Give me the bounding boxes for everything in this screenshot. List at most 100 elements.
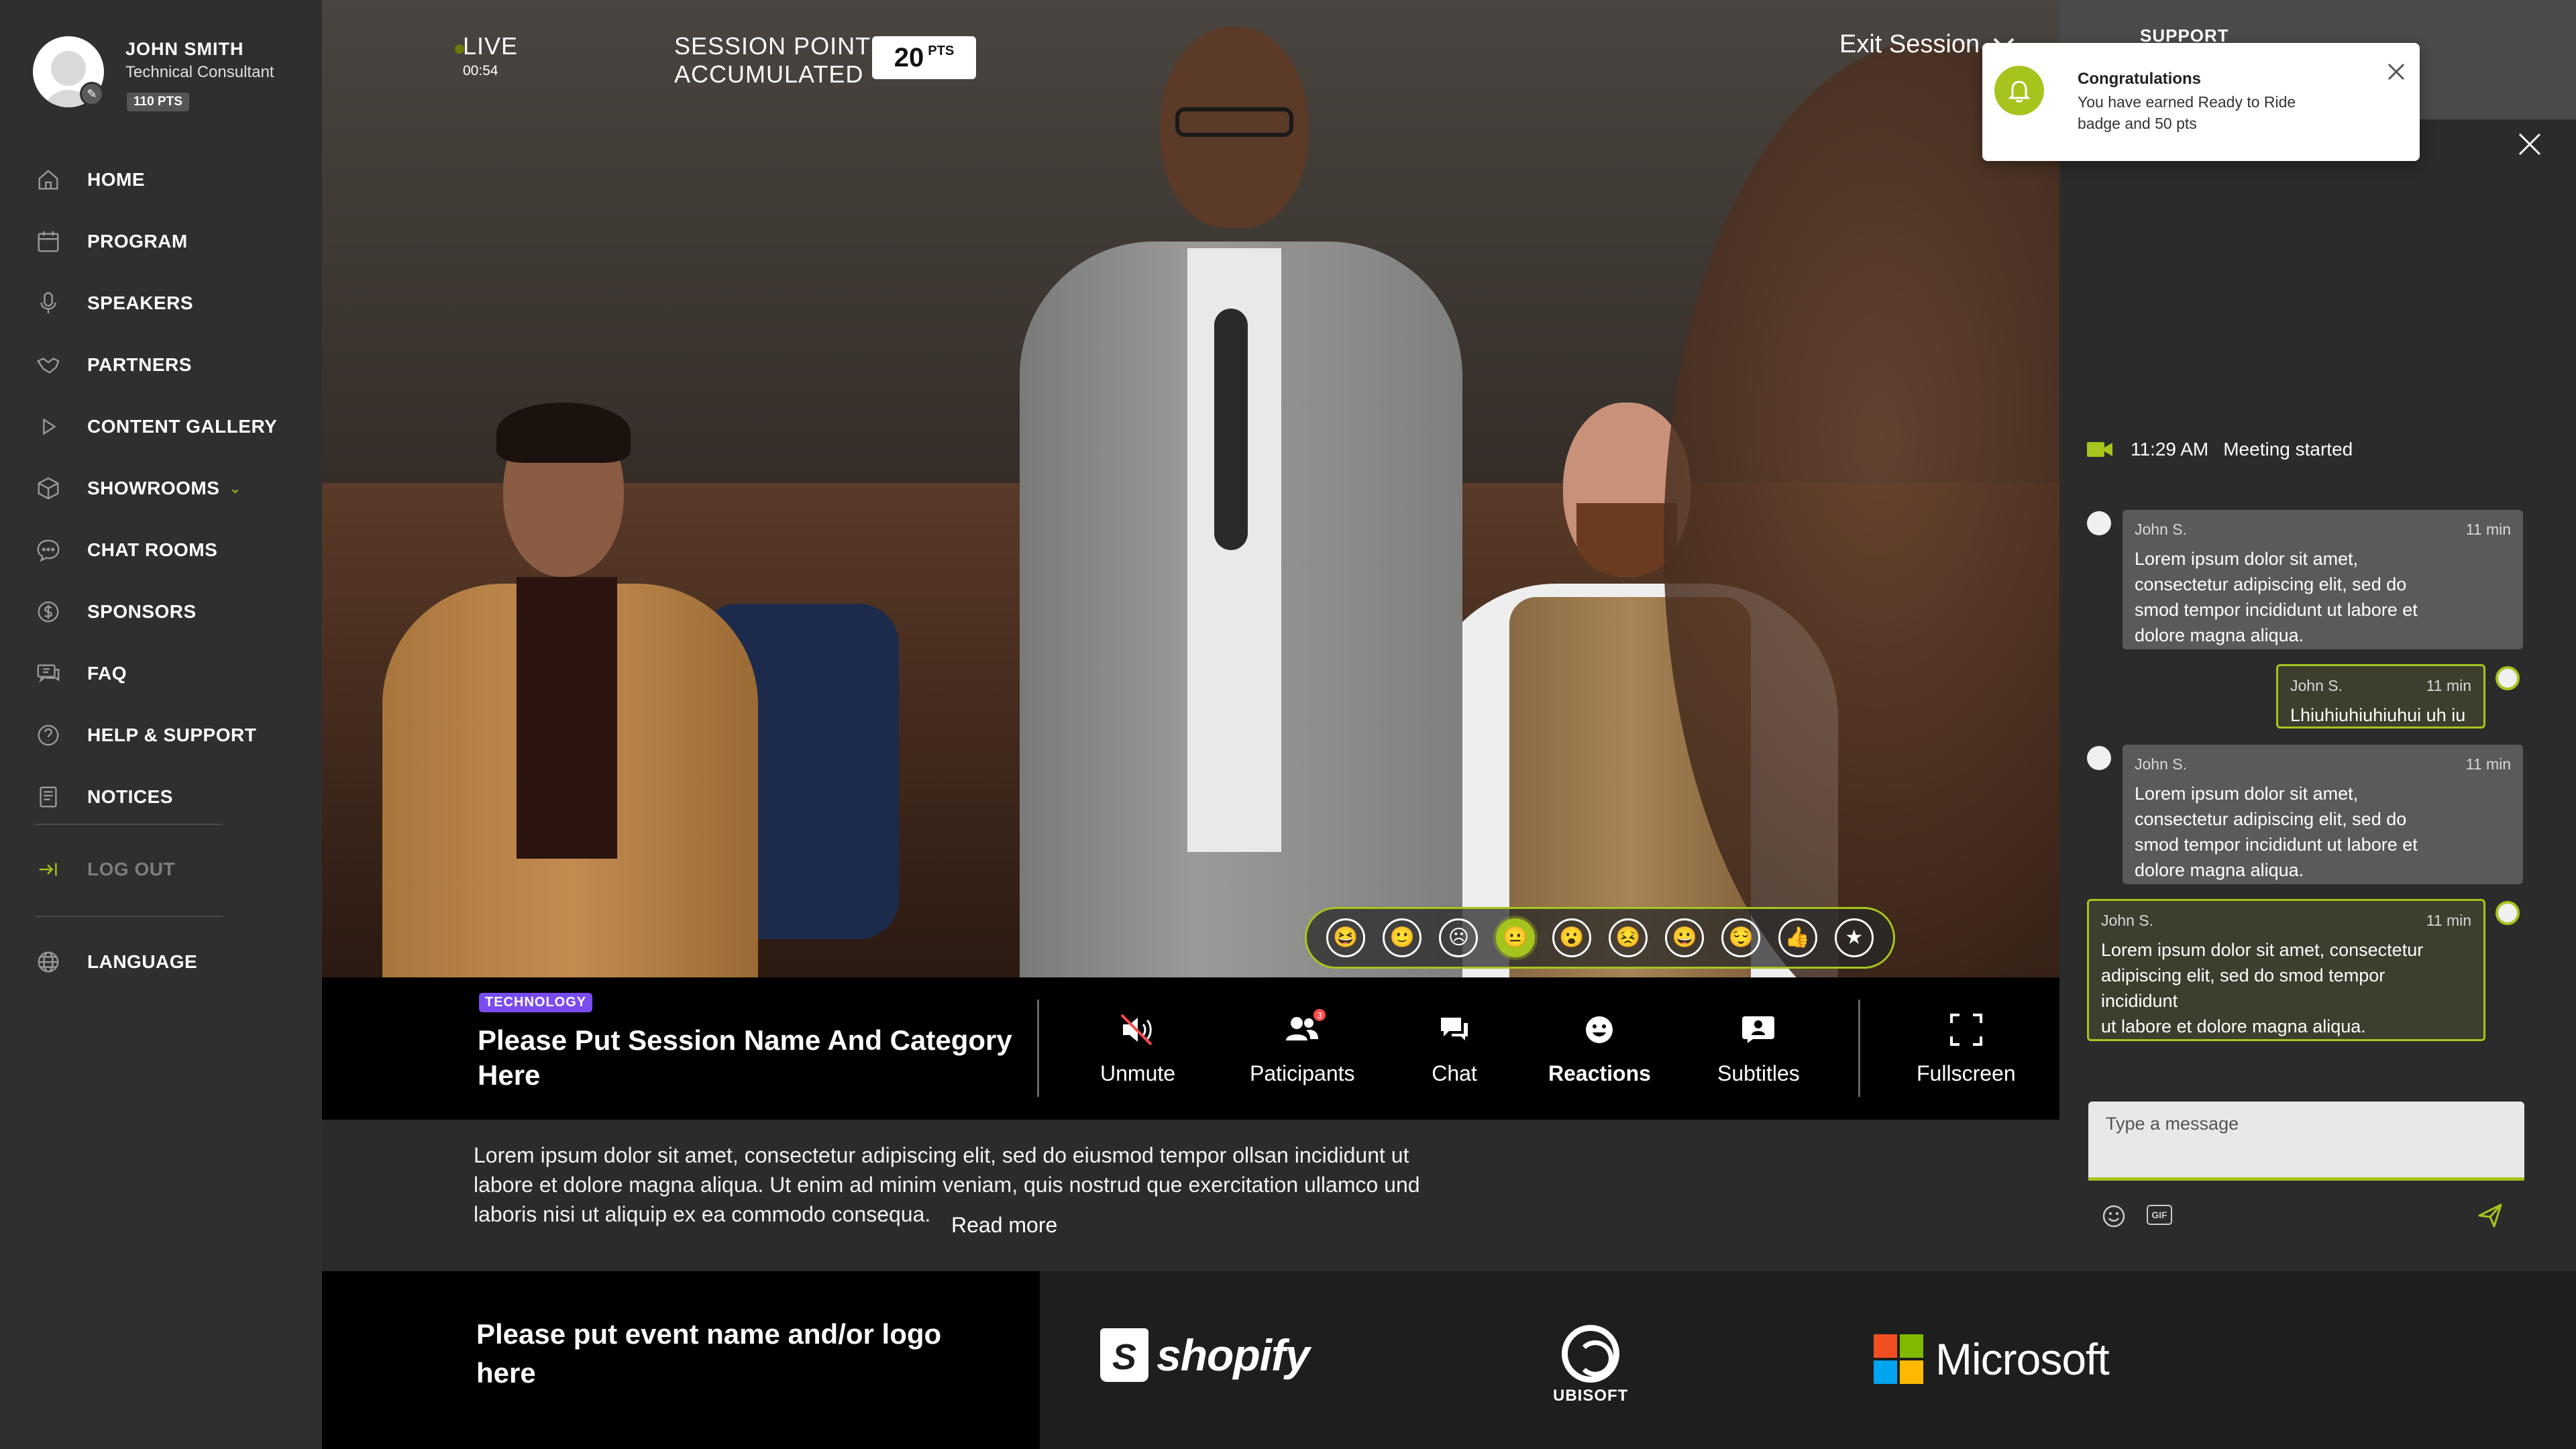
nav-label: NOTICES [87,786,173,807]
chat-message: John S. 11 min Lorem ipsum dolor sit amet… [2123,510,2523,649]
chat-bubble-icon [35,537,62,564]
live-dot-icon [455,44,464,54]
unmute-button[interactable]: Unmute [1100,1006,1175,1086]
message-text: Lorem ipsum dolor sit amet, consectetur … [2135,549,2418,645]
message-text: Lhiuhiuhiuhiuhui uh iu [2290,705,2466,725]
microphone-shape [1214,309,1248,550]
message-time: 11 min [2465,755,2511,773]
faq-icon [35,660,62,687]
badge-earned-toast: Congratulations You have earned Ready to… [1982,43,2420,161]
microsoft-windows-icon [1874,1334,1923,1384]
surprised-icon[interactable]: 😮 [1552,918,1591,957]
session-points-badge: 20 PTS [872,36,976,79]
seated-attendee-left [382,402,758,977]
thumbs-up-icon[interactable]: 👍 [1778,918,1817,957]
nav-label: PROGRAM [87,231,188,252]
play-icon [35,413,62,440]
close-panel-button[interactable] [2516,130,2544,158]
video-stage[interactable] [322,0,2059,977]
ubisoft-logo[interactable]: UBISOFT [1553,1325,1628,1405]
nav-divider [35,916,223,917]
neutral-icon[interactable]: 😐 [1495,918,1535,957]
close-icon [2387,63,2405,80]
toast-body: You have earned Ready to Ride badge and … [2078,93,2296,132]
session-points-line1: SESSION POINTS [674,32,888,60]
reactions-button[interactable]: Reactions [1548,1006,1651,1086]
nav-label: FAQ [87,663,127,684]
live-timer: 00:54 [463,63,498,78]
happy-icon[interactable]: 😀 [1665,918,1705,957]
user-profile[interactable]: ✎ JOHN SMITH Technical Consultant 110 PT… [33,36,315,123]
reactions-bar: 😆 🙂 ☹ 😐 😮 😣 😀 😌 👍 ★ [1305,907,1895,969]
star-icon[interactable]: ★ [1834,918,1874,957]
laughing-icon[interactable]: 😆 [1326,918,1366,957]
nav-item-content-gallery[interactable]: CONTENT GALLERY [35,407,303,447]
user-role: Technical Consultant [125,63,274,81]
nav-item-help-support[interactable]: HELP & SUPPORT [35,715,303,755]
emoji-picker-icon[interactable] [2101,1203,2127,1229]
send-icon[interactable] [2475,1201,2505,1230]
subtitles-button[interactable]: Subtitles [1717,1006,1800,1086]
turtleneck-shape [517,577,617,859]
controls-divider [1037,1000,1039,1097]
globe-icon [35,949,62,975]
nav-label: CONTENT GALLERY [87,416,278,437]
edit-avatar-icon[interactable]: ✎ [80,82,104,106]
reactions-label: Reactions [1548,1061,1651,1085]
message-author: John S. [2135,521,2187,538]
meeting-text: Meeting started [2223,439,2353,460]
sad-icon[interactable]: ☹ [1439,918,1479,957]
fullscreen-button[interactable]: Fullscreen [1917,1006,2016,1086]
nav-divider [35,824,223,825]
participants-icon: 3 [1279,1006,1328,1053]
microphone-icon [35,290,62,317]
nav-item-showrooms[interactable]: SHOWROOMS ⌄ [35,468,303,508]
nav-label: SPONSORS [87,601,197,622]
close-icon [2518,133,2541,156]
nav-item-program[interactable]: PROGRAM [35,221,303,262]
nav-item-sponsors[interactable]: SPONSORS [35,592,303,632]
nav-item-faq[interactable]: FAQ [35,653,303,694]
microsoft-logo[interactable]: Microsoft [1874,1334,2110,1385]
speaker-figure [993,27,1503,977]
nav-item-chat-rooms[interactable]: CHAT ROOMS [35,530,303,570]
gif-picker-icon[interactable]: GIF [2147,1205,2172,1225]
message-author: John S. [2290,677,2343,694]
participants-count-badge: 3 [1312,1008,1328,1022]
nav-item-speakers[interactable]: SPEAKERS [35,283,303,323]
nav-item-partners[interactable]: PARTNERS [35,345,303,385]
avatar-head-shape [51,51,86,86]
shopify-logo[interactable]: S shopify [1100,1328,1310,1382]
language-label: LANGUAGE [87,951,198,972]
shopify-bag-icon: S [1100,1328,1148,1382]
smiley-icon [1576,1006,1623,1053]
fullscreen-icon [1943,1006,1990,1053]
toast-close-button[interactable] [2385,60,2408,83]
chat-label: Chat [1432,1061,1477,1085]
angry-icon[interactable]: 😣 [1609,918,1648,957]
message-time: 11 min [2426,912,2471,929]
user-points-badge: 110 PTS [127,93,189,111]
ubisoft-wordmark: UBISOFT [1553,1387,1629,1405]
read-more-link[interactable]: Read more [951,1213,1057,1238]
smile-icon[interactable]: 🙂 [1383,918,1422,957]
chat-button[interactable]: Chat [1431,1006,1478,1086]
wink-icon[interactable]: 😌 [1721,918,1761,957]
bell-icon [1994,66,2044,115]
nav-item-notices[interactable]: NOTICES [35,777,303,817]
chevron-down-icon[interactable]: ⌄ [229,480,241,497]
language-selector[interactable]: LANGUAGE [35,942,303,982]
subtitles-label: Subtitles [1717,1061,1800,1085]
nav-item-home[interactable]: HOME [35,160,303,200]
session-points-label: SESSION POINTS ACCUMULATED [674,32,888,89]
message-input[interactable] [2106,1114,2508,1134]
nav-label: CHAT ROOMS [87,539,218,560]
session-points-value: 20 [894,42,924,72]
session-points-unit: PTS [928,43,955,58]
glasses-shape [1175,107,1293,137]
chat-message-own: John S. 11 min Lorem ipsum dolor sit amet… [2087,899,2485,1041]
session-category-tag: TECHNOLOGY [479,993,593,1012]
own-avatar [2496,666,2520,690]
participants-button[interactable]: 3 Paticipants [1250,1006,1355,1086]
logout-button[interactable]: LOG OUT [35,849,303,890]
